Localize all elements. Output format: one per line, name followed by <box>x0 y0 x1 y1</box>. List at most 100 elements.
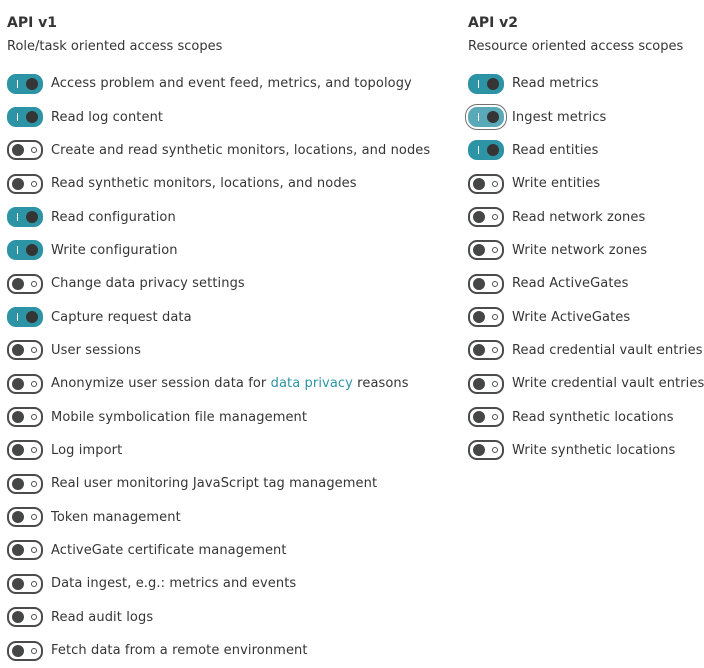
scope-label: Write entities <box>512 176 601 192</box>
scope-item-read-network-zones: Read network zones <box>468 200 704 233</box>
toggle-read-activegates[interactable] <box>468 273 504 294</box>
toggle-ingest-metrics[interactable] <box>468 107 504 128</box>
toggle-knob <box>26 311 38 324</box>
toggle-change-data-privacy-settings[interactable] <box>7 273 43 294</box>
scope-item-read-entities: Read entities <box>468 134 704 167</box>
toggle-knob <box>26 244 38 257</box>
scope-label: Read synthetic locations <box>512 409 674 425</box>
toggle-knob <box>12 544 24 557</box>
toggle-off-mark-icon <box>31 380 37 387</box>
toggle-mobile-symbolication-file-management[interactable] <box>7 407 43 428</box>
api-v2-title: API v2 <box>468 15 519 31</box>
toggle-read-entities[interactable] <box>468 140 504 161</box>
toggle-read-network-zones[interactable] <box>468 207 504 228</box>
toggle-read-credential-vault-entries[interactable] <box>468 340 504 361</box>
scope-label: Access problem and event feed, metrics, … <box>51 76 412 92</box>
toggle-capture-request-data[interactable] <box>7 307 43 328</box>
scope-item-fetch-data-from-a-remote-environment: Fetch data from a remote environment <box>7 634 430 667</box>
toggle-data-ingest-e-g-metrics-and-events[interactable] <box>7 573 43 594</box>
toggle-access-problem-and-event-feed-metrics-and-topology[interactable] <box>7 73 43 94</box>
scope-label: User sessions <box>51 342 141 358</box>
toggle-on-mark-icon <box>17 313 19 322</box>
toggle-knob <box>473 444 485 457</box>
toggle-user-sessions[interactable] <box>7 340 43 361</box>
toggle-knob <box>12 411 24 424</box>
toggle-knob <box>487 77 499 90</box>
toggle-off-mark-icon <box>492 447 498 454</box>
scope-item-read-synthetic-locations: Read synthetic locations <box>468 400 704 433</box>
toggle-off-mark-icon <box>31 414 37 421</box>
scope-label: Ingest metrics <box>512 109 607 125</box>
scope-item-user-sessions: User sessions <box>7 334 430 367</box>
toggle-knob <box>473 344 485 357</box>
toggle-off-mark-icon <box>492 380 498 387</box>
data-privacy-link[interactable]: data privacy <box>271 376 353 391</box>
toggle-write-activegates[interactable] <box>468 307 504 328</box>
toggle-token-management[interactable] <box>7 507 43 528</box>
toggle-knob <box>487 144 499 157</box>
toggle-read-log-content[interactable] <box>7 107 43 128</box>
toggle-activegate-certificate-management[interactable] <box>7 540 43 561</box>
scope-label: Data ingest, e.g.: metrics and events <box>51 576 297 592</box>
scope-item-write-network-zones: Write network zones <box>468 234 704 267</box>
toggle-off-mark-icon <box>31 280 37 287</box>
scope-label: Read credential vault entries <box>512 342 703 358</box>
toggle-off-mark-icon <box>492 347 498 354</box>
scope-label: Write configuration <box>51 242 178 258</box>
toggle-anonymize-user-session-data-for-data-privacy-reasons[interactable] <box>7 373 43 394</box>
scope-label: Read configuration <box>51 209 176 225</box>
toggle-write-entities[interactable] <box>468 173 504 194</box>
toggle-off-mark-icon <box>31 447 37 454</box>
toggle-knob <box>12 277 24 290</box>
toggle-knob <box>473 211 485 224</box>
scope-item-write-configuration: Write configuration <box>7 234 430 267</box>
scope-item-change-data-privacy-settings: Change data privacy settings <box>7 267 430 300</box>
scope-label: Read ActiveGates <box>512 276 629 292</box>
toggle-off-mark-icon <box>31 614 37 621</box>
toggle-write-synthetic-locations[interactable] <box>468 440 504 461</box>
toggle-write-network-zones[interactable] <box>468 240 504 261</box>
scope-label: Token management <box>51 509 181 525</box>
toggle-read-audit-logs[interactable] <box>7 607 43 628</box>
scope-label: Create and read synthetic monitors, loca… <box>51 142 431 158</box>
toggle-knob <box>473 311 485 324</box>
api-v1-title: API v1 <box>7 15 58 31</box>
toggle-off-mark-icon <box>31 580 37 587</box>
scope-item-log-import: Log import <box>7 434 430 467</box>
scope-label: Write synthetic locations <box>512 442 676 458</box>
scope-label: Write ActiveGates <box>512 309 631 325</box>
scope-label: Mobile symbolication file management <box>51 409 308 425</box>
toggle-off-mark-icon <box>31 147 37 154</box>
toggle-on-mark-icon <box>17 113 19 122</box>
scope-item-write-activegates: Write ActiveGates <box>468 300 704 333</box>
toggle-read-metrics[interactable] <box>468 73 504 94</box>
scope-label: Real user monitoring JavaScript tag mana… <box>51 476 378 492</box>
toggle-read-configuration[interactable] <box>7 207 43 228</box>
scope-label: Read metrics <box>512 76 599 92</box>
scope-item-write-credential-vault-entries: Write credential vault entries <box>468 367 704 400</box>
toggle-knob <box>473 244 485 257</box>
toggle-fetch-data-from-a-remote-environment[interactable] <box>7 640 43 661</box>
toggle-off-mark-icon <box>492 314 498 321</box>
api-v2-scope-list: Read metrics Ingest metrics Read entities W… <box>468 67 704 467</box>
scope-item-write-synthetic-locations: Write synthetic locations <box>468 434 704 467</box>
toggle-create-and-read-synthetic-monitors-locations-and-nodes[interactable] <box>7 140 43 161</box>
toggle-write-configuration[interactable] <box>7 240 43 261</box>
toggle-write-credential-vault-entries[interactable] <box>468 373 504 394</box>
toggle-read-synthetic-locations[interactable] <box>468 407 504 428</box>
scope-label: Log import <box>51 442 123 458</box>
toggle-off-mark-icon <box>31 547 37 554</box>
toggle-real-user-monitoring-javascript-tag-management[interactable] <box>7 473 43 494</box>
toggle-knob <box>487 111 499 124</box>
toggle-log-import[interactable] <box>7 440 43 461</box>
toggle-knob <box>473 277 485 290</box>
toggle-off-mark-icon <box>492 280 498 287</box>
scope-item-access-problem-and-event-feed-metrics-and-topology: Access problem and event feed, metrics, … <box>7 67 430 100</box>
toggle-knob <box>26 111 38 124</box>
scope-label: Read log content <box>51 109 164 125</box>
toggle-read-synthetic-monitors-locations-and-nodes[interactable] <box>7 173 43 194</box>
scope-label: Write network zones <box>512 242 648 258</box>
scope-label: ActiveGate certificate management <box>51 542 287 558</box>
scope-item-anonymize-user-session-data-for-data-privacy-reasons: Anonymize user session data for data pri… <box>7 367 430 400</box>
scope-item-capture-request-data: Capture request data <box>7 300 430 333</box>
